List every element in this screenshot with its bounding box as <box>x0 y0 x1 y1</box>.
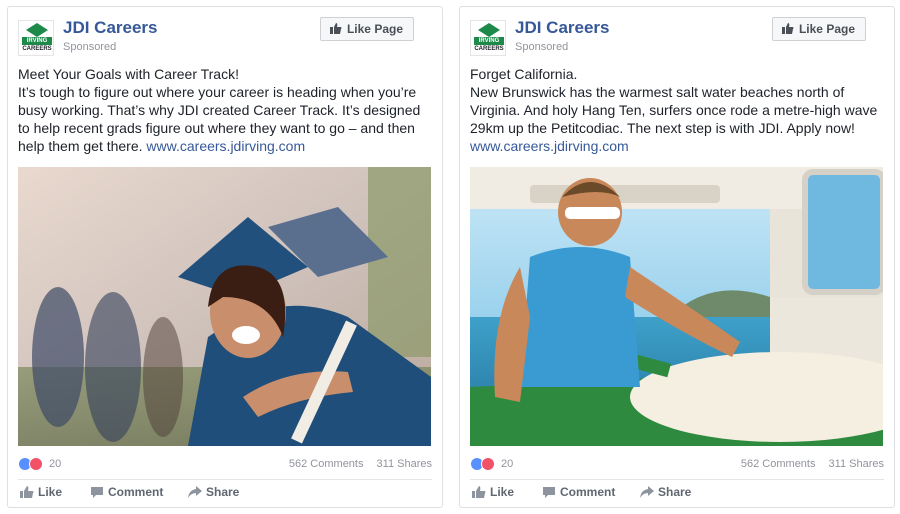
action-divider <box>18 479 432 480</box>
share-icon <box>188 486 202 498</box>
share-button[interactable]: Share <box>640 485 691 499</box>
post-text: Forget California. New Brunswick has the… <box>470 65 880 155</box>
irving-careers-logo[interactable]: IRVING CAREERS <box>18 20 54 56</box>
thumbs-up-icon <box>20 486 34 498</box>
post-actions: Like Comment Share <box>470 485 884 503</box>
surfer-van-photo[interactable] <box>470 167 883 446</box>
logo-text-careers: CAREERS <box>22 46 52 52</box>
share-button[interactable]: Share <box>188 485 239 499</box>
like-button[interactable]: Like <box>472 485 514 499</box>
comment-icon <box>91 487 103 498</box>
comments-count-link[interactable]: 562 Comments <box>289 458 364 470</box>
page-name-link[interactable]: JDI Careers <box>515 18 610 38</box>
sponsored-label: Sponsored <box>515 41 569 53</box>
logo-text-irving: IRVING <box>474 37 504 45</box>
thumbs-up-icon <box>472 486 486 498</box>
shares-count-link[interactable]: 311 Shares <box>829 458 884 470</box>
comment-button[interactable]: Comment <box>542 485 615 499</box>
post-stats: 20 562 Comments 311 Shares <box>470 455 884 473</box>
post-url-link[interactable]: www.careers.jdirving.com <box>470 138 629 154</box>
like-page-button[interactable]: Like Page <box>771 17 866 41</box>
comment-icon <box>543 487 555 498</box>
graduates-hugging-image <box>18 167 431 446</box>
surfer-in-van-image <box>470 167 883 446</box>
post-headline: Forget California. <box>470 66 578 82</box>
post-text: Meet Your Goals with Career Track! It’s … <box>18 65 428 155</box>
like-page-button[interactable]: Like Page <box>319 17 414 41</box>
ad-post-career-track: IRVING CAREERS JDI Careers Sponsored Lik… <box>7 6 443 508</box>
post-body: New Brunswick has the warmest salt water… <box>470 84 878 136</box>
post-headline: Meet Your Goals with Career Track! <box>18 66 239 82</box>
like-button[interactable]: Like <box>20 485 62 499</box>
engagement-counts: 562 Comments 311 Shares <box>731 458 884 470</box>
ad-post-forget-california: IRVING CAREERS JDI Careers Sponsored Lik… <box>459 6 895 508</box>
post-header: IRVING CAREERS JDI Careers Sponsored Lik… <box>18 17 432 59</box>
logo-text-careers: CAREERS <box>474 46 504 52</box>
page-name-link[interactable]: JDI Careers <box>63 18 158 38</box>
engagement-counts: 562 Comments 311 Shares <box>279 458 432 470</box>
sponsored-label: Sponsored <box>63 41 117 53</box>
love-reaction-icon <box>29 457 43 471</box>
irving-diamond-icon <box>26 23 48 37</box>
thumbs-up-icon <box>781 23 794 34</box>
reaction-count: 20 <box>49 458 62 470</box>
like-page-label: Like Page <box>346 22 403 36</box>
comments-count-link[interactable]: 562 Comments <box>741 458 816 470</box>
like-page-label: Like Page <box>798 22 855 36</box>
post-header: IRVING CAREERS JDI Careers Sponsored Lik… <box>470 17 884 59</box>
comment-button[interactable]: Comment <box>90 485 163 499</box>
graduation-photo[interactable] <box>18 167 431 446</box>
post-actions: Like Comment Share <box>18 485 432 503</box>
logo-text-irving: IRVING <box>22 37 52 45</box>
reaction-count: 20 <box>501 458 514 470</box>
thumbs-up-icon <box>329 23 342 34</box>
action-divider <box>470 479 884 480</box>
post-url-link[interactable]: www.careers.jdirving.com <box>146 138 305 154</box>
post-stats: 20 562 Comments 311 Shares <box>18 455 432 473</box>
irving-careers-logo[interactable]: IRVING CAREERS <box>470 20 506 56</box>
shares-count-link[interactable]: 311 Shares <box>377 458 432 470</box>
love-reaction-icon <box>481 457 495 471</box>
irving-diamond-icon <box>478 23 500 37</box>
share-icon <box>640 486 654 498</box>
